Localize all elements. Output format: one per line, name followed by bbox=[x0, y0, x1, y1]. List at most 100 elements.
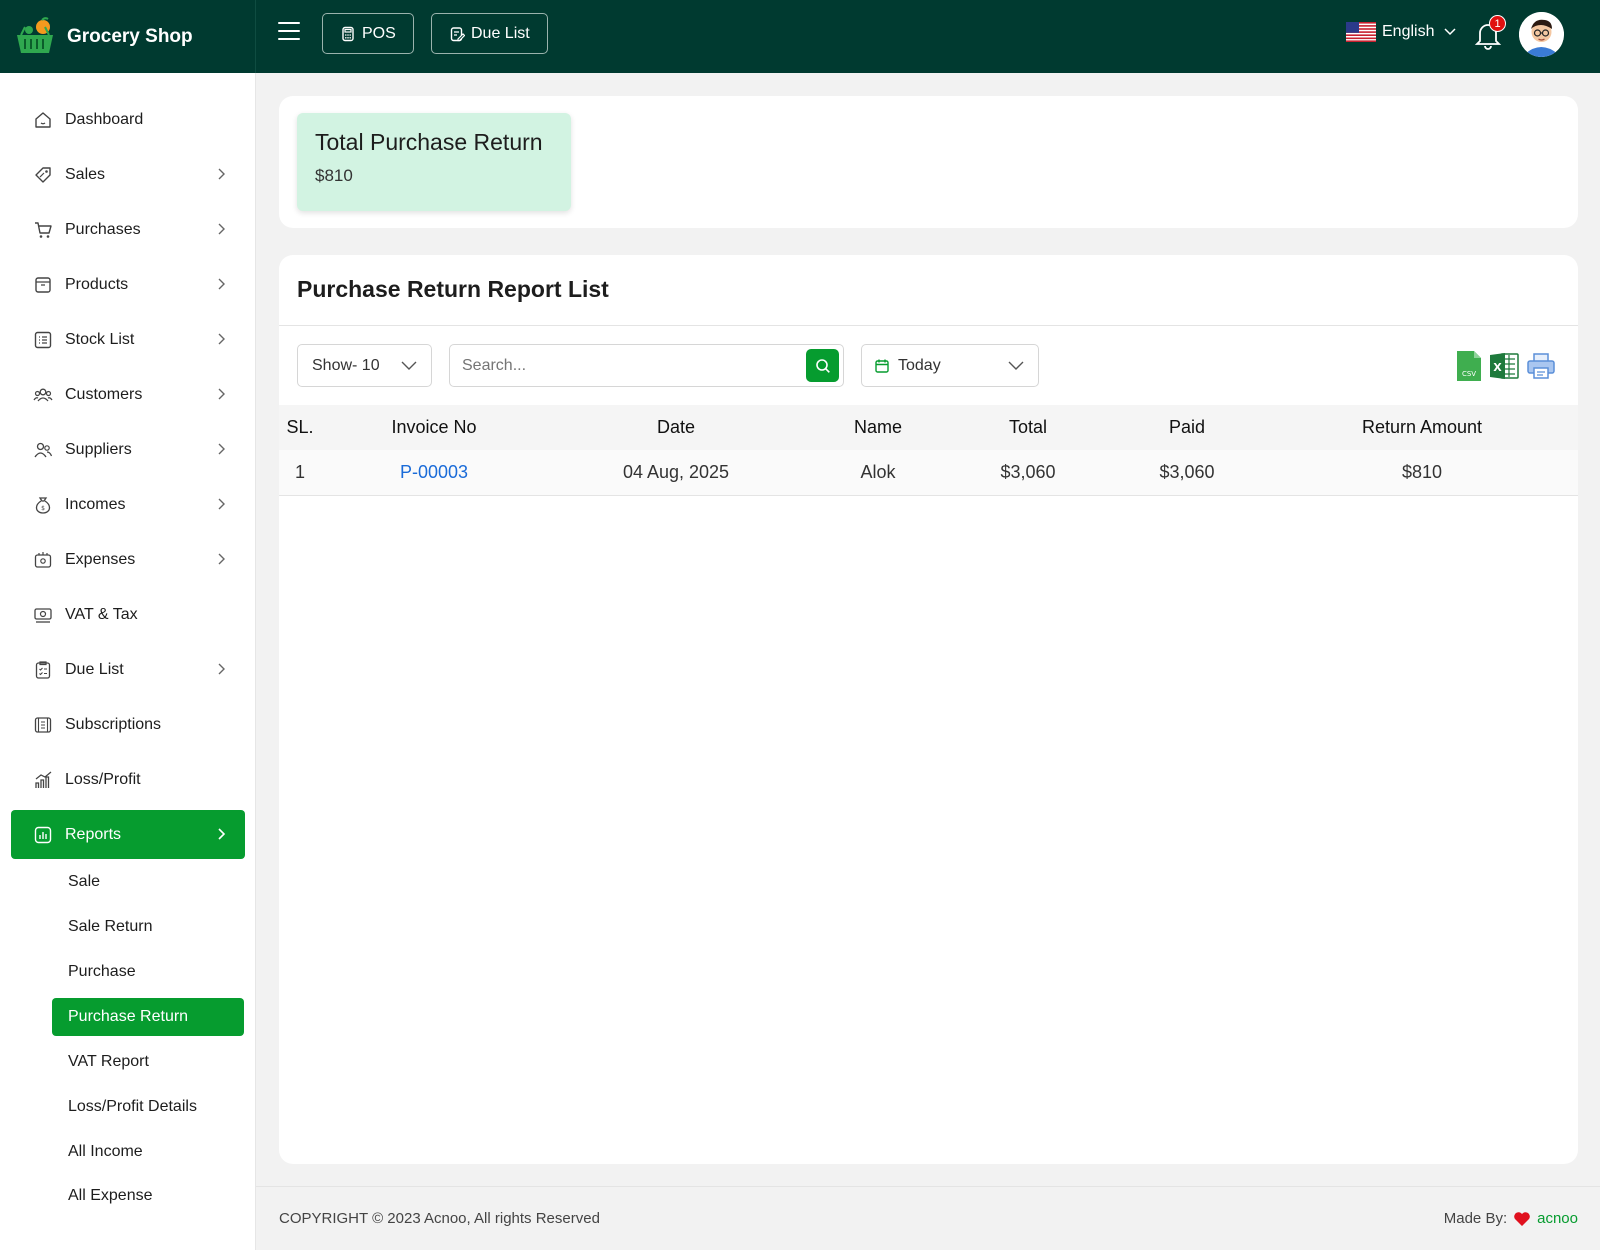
cart-icon bbox=[35, 221, 52, 238]
language-selector[interactable]: English bbox=[1346, 22, 1457, 42]
chevron-right-icon bbox=[218, 333, 225, 345]
sidebar-item-vat-tax[interactable]: VAT & Tax bbox=[11, 590, 245, 639]
dashboard-icon bbox=[35, 111, 51, 128]
supplier-icon bbox=[34, 442, 53, 457]
cell-sl: 1 bbox=[294, 462, 306, 482]
chevron-right-icon bbox=[218, 498, 225, 510]
sidebar-item-label: Purchases bbox=[65, 220, 141, 238]
clipboard-icon bbox=[35, 660, 51, 679]
sidebar-item-suppliers[interactable]: Suppliers bbox=[11, 425, 245, 474]
chevron-right-icon bbox=[218, 278, 225, 290]
chevron-down-icon bbox=[1444, 28, 1457, 36]
table-header: SL. Invoice No Date Name Total Paid Retu… bbox=[279, 405, 1578, 450]
show-entries-select[interactable]: Show- 10 bbox=[297, 344, 432, 387]
brand[interactable]: Grocery Shop bbox=[0, 0, 256, 73]
sidebar-item-sales[interactable]: Sales bbox=[11, 150, 245, 199]
sidebar-item-expenses[interactable]: Expenses bbox=[11, 535, 245, 584]
date-filter-value: Today bbox=[898, 356, 941, 374]
cash-icon bbox=[34, 607, 52, 623]
sidebar-item-products[interactable]: Products bbox=[11, 260, 245, 309]
sidebar-subitem-loss-profit-details[interactable]: Loss/Profit Details bbox=[52, 1088, 244, 1126]
report-list-card bbox=[279, 255, 1578, 1164]
footer: COPYRIGHT © 2023 Acnoo, All rights Reser… bbox=[256, 1186, 1600, 1250]
pos-label: POS bbox=[362, 24, 396, 42]
csv-export-icon[interactable]: CSV bbox=[1454, 350, 1484, 382]
sidebar-item-label: Loss/Profit bbox=[65, 770, 141, 788]
sidebar-item-label: Subscriptions bbox=[65, 715, 162, 733]
sidebar-item-label: Products bbox=[65, 275, 129, 293]
user-avatar[interactable] bbox=[1519, 12, 1564, 57]
search-button[interactable] bbox=[806, 349, 839, 382]
app-name: Grocery Shop bbox=[67, 25, 193, 47]
sidebar-item-purchases[interactable]: Purchases bbox=[11, 205, 245, 254]
show-entries-value: Show- 10 bbox=[312, 356, 380, 374]
excel-export-icon[interactable]: X bbox=[1489, 350, 1519, 382]
search-input[interactable] bbox=[450, 345, 790, 386]
calendar-icon bbox=[875, 359, 889, 373]
made-by-label: Made By: bbox=[1443, 1210, 1508, 1227]
sidebar-subitem-sale[interactable]: Sale bbox=[52, 863, 244, 901]
sidebar-item-subscriptions[interactable]: Subscriptions bbox=[11, 700, 245, 749]
svg-text:X: X bbox=[1493, 361, 1502, 374]
sidebar-item-incomes[interactable]: $ Incomes bbox=[11, 480, 245, 529]
tag-icon bbox=[35, 166, 51, 183]
date-filter-select[interactable]: Today bbox=[861, 344, 1039, 387]
invoice-link[interactable]: P-00003 bbox=[400, 462, 468, 483]
table-row: 1 P-00003 04 Aug, 2025 Alok $3,060 $3,06… bbox=[279, 450, 1578, 496]
total-purchase-return-tile: Total Purchase Return $810 bbox=[297, 113, 571, 211]
sidebar-subitem-vat-report[interactable]: VAT Report bbox=[52, 1043, 244, 1081]
sidebar-item-label: Due List bbox=[65, 660, 124, 678]
subscription-icon bbox=[34, 716, 52, 733]
report-icon bbox=[34, 826, 52, 843]
sidebar-item-due-list[interactable]: Due List bbox=[11, 645, 245, 694]
summary-value: $810 bbox=[315, 166, 353, 185]
acnoo-link[interactable]: acnoo bbox=[1537, 1210, 1578, 1227]
chevron-down-icon bbox=[1008, 361, 1024, 370]
due-list-button[interactable]: Due List bbox=[431, 13, 548, 54]
sidebar-item-label: VAT & Tax bbox=[65, 605, 138, 623]
cell-total: $3,060 bbox=[1000, 462, 1056, 482]
chevron-right-icon bbox=[218, 223, 225, 235]
chevron-right-icon bbox=[218, 663, 225, 675]
sidebar-subitem-all-income[interactable]: All Income bbox=[52, 1133, 244, 1171]
sidebar: Dashboard Sales Purchases Products Stock… bbox=[0, 73, 256, 1250]
sidebar-item-label: Incomes bbox=[65, 495, 126, 513]
sidebar-item-loss-profit[interactable]: Loss/Profit bbox=[11, 755, 245, 804]
heart-icon bbox=[1514, 1211, 1530, 1226]
chevron-right-icon bbox=[218, 828, 226, 840]
calculator-icon bbox=[342, 26, 354, 41]
column-header-sl: SL. bbox=[286, 417, 314, 437]
cell-date: 04 Aug, 2025 bbox=[622, 462, 730, 482]
sidebar-subitem-purchase-return[interactable]: Purchase Return bbox=[52, 998, 244, 1036]
chevron-right-icon bbox=[218, 168, 225, 180]
cell-paid: $3,060 bbox=[1159, 462, 1215, 482]
sidebar-item-customers[interactable]: Customers bbox=[11, 370, 245, 419]
summary-title: Total Purchase Return bbox=[315, 129, 543, 155]
sidebar-item-label: Stock List bbox=[65, 330, 135, 348]
svg-text:CSV: CSV bbox=[1462, 370, 1476, 378]
sidebar-subitem-purchase[interactable]: Purchase bbox=[52, 953, 244, 991]
chevron-right-icon bbox=[218, 553, 225, 565]
cell-return-amount: $810 bbox=[1401, 462, 1443, 482]
sidebar-item-dashboard[interactable]: Dashboard bbox=[11, 95, 245, 144]
wallet-icon bbox=[34, 551, 52, 568]
sidebar-item-label: Expenses bbox=[65, 550, 136, 568]
money-bag-icon: $ bbox=[35, 496, 51, 514]
pos-button[interactable]: POS bbox=[322, 13, 414, 54]
sidebar-item-stock-list[interactable]: Stock List bbox=[11, 315, 245, 364]
sidebar-subitem-all-expense[interactable]: All Expense bbox=[52, 1177, 244, 1215]
language-label: English bbox=[1382, 23, 1435, 40]
sidebar-subitem-sale-return[interactable]: Sale Return bbox=[52, 908, 244, 946]
column-header-date: Date bbox=[656, 417, 696, 437]
divider bbox=[279, 325, 1578, 326]
print-icon[interactable] bbox=[1526, 350, 1556, 382]
sidebar-item-label: Sales bbox=[65, 165, 106, 183]
sidebar-item-label: Dashboard bbox=[65, 110, 144, 128]
due-list-icon bbox=[450, 26, 465, 41]
cell-name: Alok bbox=[860, 462, 896, 482]
sidebar-item-reports[interactable]: Reports bbox=[11, 810, 245, 859]
menu-toggle-icon[interactable] bbox=[278, 22, 300, 42]
chevron-right-icon bbox=[218, 443, 225, 455]
top-bar: Grocery Shop POS Due List English 1 bbox=[0, 0, 1600, 73]
column-header-return-amount: Return Amount bbox=[1361, 417, 1483, 437]
